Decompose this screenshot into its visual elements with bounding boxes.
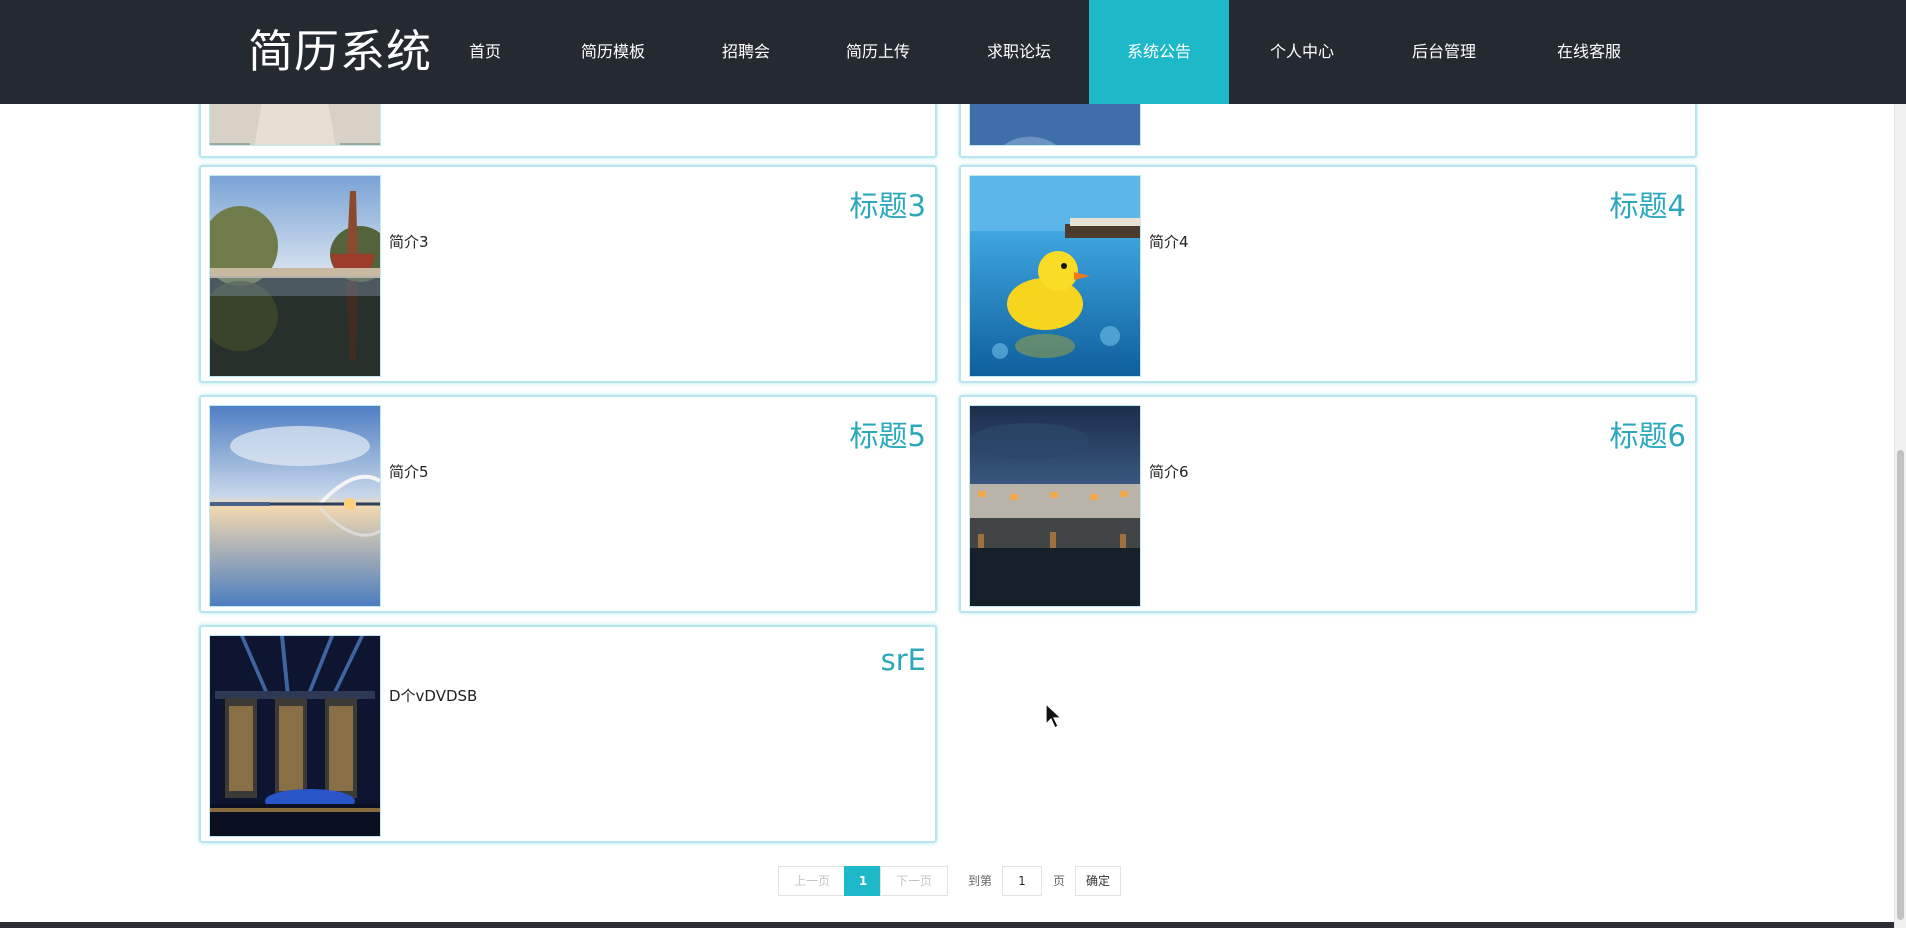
card-image [209, 175, 381, 377]
card-description: 简介3 [389, 233, 429, 251]
nav-item-admin[interactable]: 后台管理 [1409, 0, 1479, 104]
nav-item-job-fair[interactable]: 招聘会 [714, 0, 778, 104]
card-description: 简介5 [389, 463, 429, 481]
nav-item-personal-center[interactable]: 个人中心 [1267, 0, 1337, 104]
nav-item-resume-templates[interactable]: 简历模板 [578, 0, 648, 104]
nav-item-resume-upload[interactable]: 简历上传 [842, 0, 914, 104]
pagination: 上一页 1 下一页 到第 页 确定 [778, 866, 1122, 896]
next-page-button[interactable]: 下一页 [880, 866, 948, 896]
card-title[interactable]: 标题6 [1610, 413, 1686, 455]
card-image [209, 405, 381, 607]
scrollbar-thumb[interactable] [1897, 450, 1904, 920]
card-title[interactable]: 标题5 [850, 413, 926, 455]
card-image [209, 635, 381, 837]
bridge-sunset-photo-icon [210, 406, 380, 606]
nav-item-announcements[interactable]: 系统公告 [1089, 0, 1229, 104]
notice-card[interactable]: 标题3 简介3 [199, 165, 937, 383]
city-lights-photo-icon [210, 636, 380, 836]
card-title[interactable]: srE [881, 643, 926, 677]
nav-item-job-forum[interactable]: 求职论坛 [981, 0, 1057, 104]
notice-card[interactable]: 标题6 简介6 [959, 395, 1697, 613]
nav-item-online-service[interactable]: 在线客服 [1554, 0, 1624, 104]
notice-card[interactable]: 标题5 简介5 [199, 395, 937, 613]
card-title[interactable]: 标题3 [850, 183, 926, 225]
confirm-page-button[interactable]: 确定 [1075, 866, 1121, 896]
goto-page-label: 到第 [968, 874, 993, 888]
card-image [969, 405, 1141, 607]
village-night-photo-icon [970, 406, 1140, 606]
notice-card[interactable]: 标题4 简介4 [959, 165, 1697, 383]
nav-item-home[interactable]: 首页 [459, 0, 511, 104]
card-image [969, 175, 1141, 377]
card-description: 简介4 [1149, 233, 1189, 251]
page-unit-label: 页 [1053, 874, 1066, 888]
prev-page-button[interactable]: 上一页 [778, 866, 846, 896]
notice-card[interactable]: srE D个vDVDSB [199, 625, 937, 843]
page-number-button[interactable]: 1 [844, 866, 882, 896]
goto-page-input[interactable] [1002, 866, 1042, 896]
top-navbar: 简历系统 首页 简历模板 招聘会 简历上传 求职论坛 系统公告 个人中心 后台管… [0, 0, 1906, 104]
card-description: 简介6 [1149, 463, 1189, 481]
card-description: D个vDVDSB [389, 687, 478, 705]
page-scrollbar[interactable] [1894, 0, 1906, 928]
footer-edge [0, 922, 1895, 928]
card-title[interactable]: 标题4 [1610, 183, 1686, 225]
site-logo-text[interactable]: 简历系统 [248, 24, 432, 80]
rubber-duck-photo-icon [970, 176, 1140, 376]
mouse-pointer-icon [1045, 703, 1063, 729]
pagoda-lake-photo-icon [210, 176, 380, 376]
